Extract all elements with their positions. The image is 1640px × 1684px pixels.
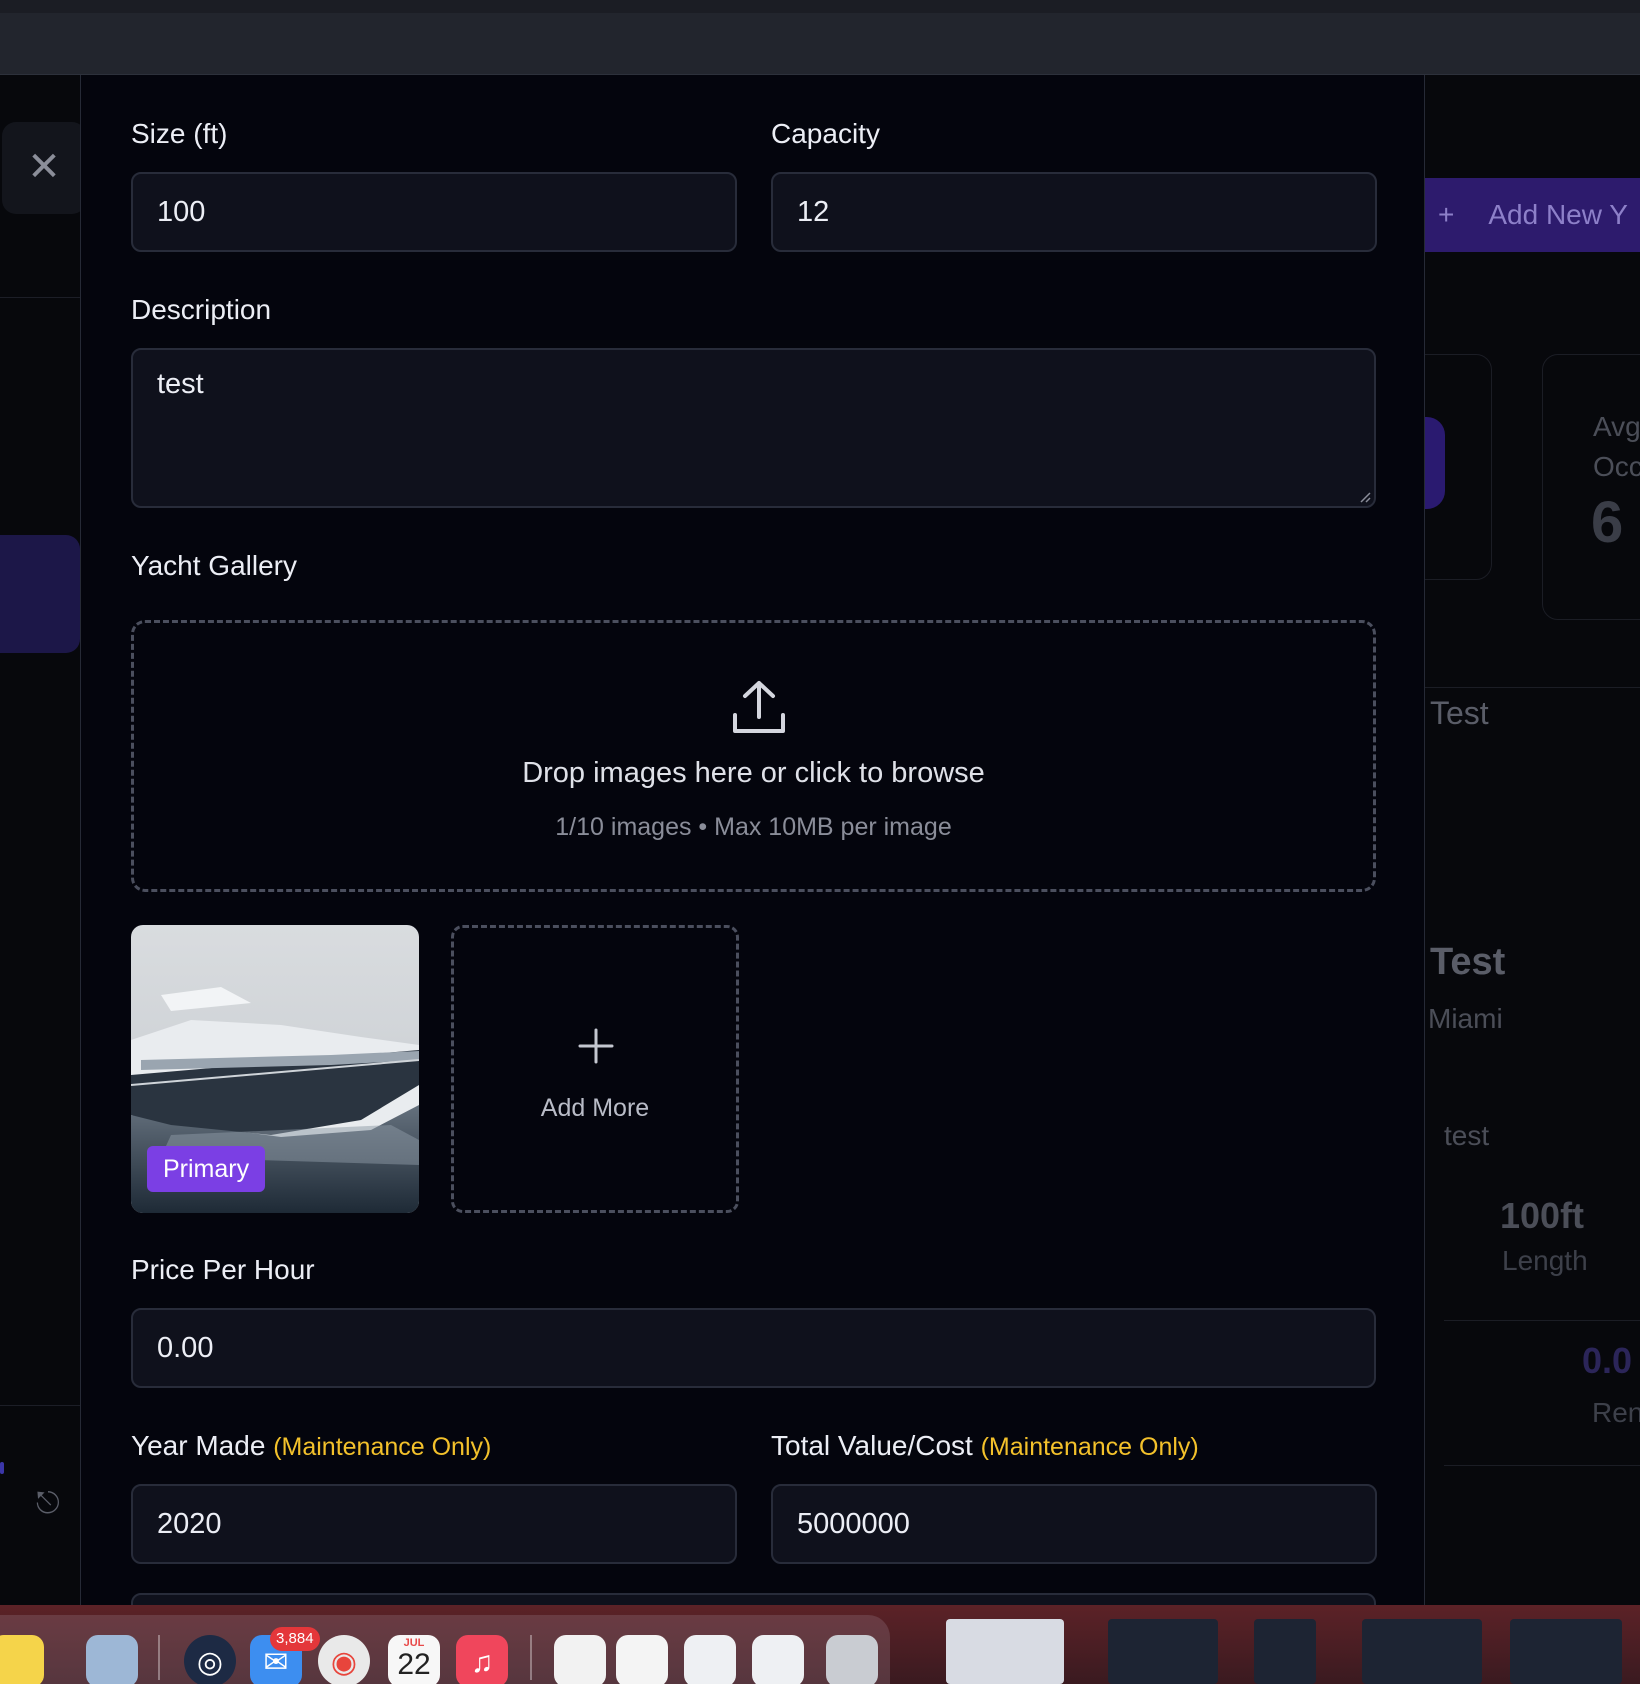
dropzone-limits: 1/10 images • Max 10MB per image <box>555 813 952 841</box>
edit-yacht-modal: Size (ft) 100 Capacity 12 Description te… <box>80 75 1425 1605</box>
document-icon[interactable] <box>684 1635 736 1684</box>
dock-separator <box>158 1635 160 1680</box>
divider <box>1444 1320 1640 1321</box>
maintenance-note: (Maintenance Only) <box>273 1433 492 1461</box>
add-new-label: Add New Y <box>1488 199 1628 230</box>
network-app-icon[interactable]: ◎ <box>184 1635 236 1684</box>
size-label: Size (ft) <box>131 118 228 149</box>
year-made-label: Year Made (Maintenance Only) <box>131 1430 492 1461</box>
dock-separator <box>530 1635 532 1680</box>
document-icon[interactable] <box>752 1635 804 1684</box>
stat-card-value: 6 <box>1591 490 1624 555</box>
divider <box>1425 687 1640 688</box>
browser-toolbar <box>0 0 1640 75</box>
resize-handle-icon[interactable] <box>1357 489 1371 503</box>
yacht-length-value: 100ft <box>1500 1195 1585 1236</box>
maintenance-note: (Maintenance Only) <box>980 1433 1199 1461</box>
close-icon[interactable]: ✕ <box>2 122 86 214</box>
divider <box>0 297 82 298</box>
size-input[interactable]: 100 <box>131 172 737 252</box>
logout-icon[interactable]: ⎋ <box>36 1487 60 1521</box>
yacht-rate-value: 0.0 <box>1582 1340 1633 1381</box>
capacity-label: Capacity <box>771 118 880 149</box>
plus-icon <box>578 1028 614 1064</box>
total-value-input[interactable]: 5000000 <box>771 1484 1377 1564</box>
description-textarea[interactable]: test <box>131 348 1376 508</box>
trash-icon[interactable] <box>826 1635 878 1684</box>
yacht-location: Miami <box>1428 1003 1503 1034</box>
add-more-images-button[interactable]: Add More <box>451 925 739 1213</box>
gallery-label: Yacht Gallery <box>131 550 297 581</box>
year-made-input[interactable]: 2020 <box>131 1484 737 1564</box>
mail-badge: 3,884 <box>270 1627 320 1651</box>
add-more-label: Add More <box>540 1094 650 1122</box>
preview-app-icon[interactable] <box>86 1635 138 1684</box>
upload-icon <box>733 681 785 733</box>
macos-dock: ◎ ✉ 3,884 ◉ JUL 22 ♫ <box>0 1605 1640 1684</box>
yacht-title: Test <box>1430 695 1489 731</box>
minimized-window[interactable] <box>1510 1619 1622 1684</box>
price-per-hour-input[interactable]: 0.00 <box>131 1308 1376 1388</box>
chrome-app-icon[interactable]: ◉ <box>318 1635 370 1684</box>
plus-icon: + <box>1438 199 1455 230</box>
sidebar-indicator <box>0 1462 4 1474</box>
stat-card: Avg Occ 6 <box>1542 354 1640 620</box>
next-field[interactable] <box>131 1593 1376 1605</box>
yacht-description: test <box>1444 1120 1490 1151</box>
yacht-length-label: Length <box>1502 1245 1588 1276</box>
calendar-day: 22 <box>397 1648 431 1681</box>
yacht-rate-label: Ren <box>1592 1397 1640 1428</box>
description-label: Description <box>131 294 272 325</box>
price-label: Price Per Hour <box>131 1254 315 1285</box>
description-value: test <box>157 368 204 400</box>
sidebar-rail <box>0 75 82 1605</box>
add-new-yacht-button[interactable]: + Add New Y <box>1410 178 1640 252</box>
document-icon[interactable] <box>554 1635 606 1684</box>
divider <box>0 1405 82 1406</box>
minimized-window[interactable] <box>1254 1619 1316 1684</box>
primary-badge: Primary <box>147 1146 266 1192</box>
notes-app-icon[interactable] <box>0 1635 44 1684</box>
music-app-icon[interactable]: ♫ <box>456 1635 508 1684</box>
divider <box>1444 1465 1640 1466</box>
document-icon[interactable] <box>616 1635 668 1684</box>
previous-fields <box>131 75 1376 77</box>
sidebar-active-item[interactable] <box>0 535 80 653</box>
gallery-image-primary[interactable]: Primary <box>131 925 419 1213</box>
capacity-input[interactable]: 12 <box>771 172 1377 252</box>
minimized-window[interactable] <box>1362 1619 1482 1684</box>
image-dropzone[interactable]: Drop images here or click to browse 1/10… <box>131 620 1376 892</box>
stat-card-label: Avg Occ <box>1593 411 1640 482</box>
total-value-label: Total Value/Cost (Maintenance Only) <box>771 1430 1199 1461</box>
yacht-card-title: Test <box>1430 941 1506 983</box>
browser-tab-strip <box>0 0 1640 13</box>
dropzone-text: Drop images here or click to browse <box>522 757 985 789</box>
minimized-window[interactable] <box>1108 1619 1218 1684</box>
minimized-window[interactable] <box>946 1619 1064 1684</box>
